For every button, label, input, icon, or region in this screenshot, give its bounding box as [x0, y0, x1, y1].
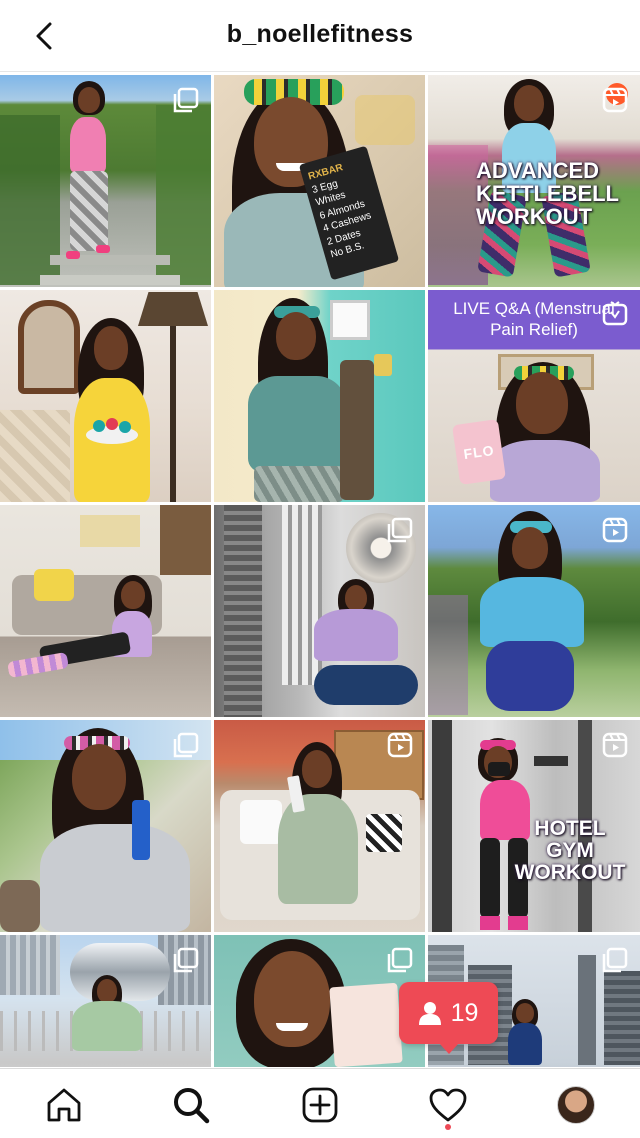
post-thumbnail[interactable] [214, 290, 425, 502]
post-thumbnail[interactable] [0, 505, 211, 717]
person-icon [418, 1002, 441, 1025]
carousel-icon [173, 947, 199, 973]
post-thumbnail[interactable] [0, 75, 211, 287]
post-thumbnail[interactable] [428, 505, 640, 717]
post-thumbnail[interactable] [0, 720, 211, 932]
carousel-icon [173, 87, 199, 113]
profile-username: b_noellefitness [226, 20, 414, 48]
igtv-icon [602, 301, 628, 326]
post-overlay-text: ADVANCED KETTLEBELL WORKOUT [476, 158, 619, 230]
reel-icon [602, 732, 628, 758]
plus-square-icon [302, 1087, 338, 1123]
post-thumbnail[interactable]: LIVE Q&A (Menstrual Pain Relief) FLO [428, 290, 640, 502]
top-bar: b_noellefitness [0, 0, 640, 72]
reel-icon [602, 517, 628, 543]
post-thumbnail[interactable]: ADVANCED KETTLEBELL WORKOUT [428, 75, 640, 287]
product-jar: FLO [452, 419, 506, 485]
search-icon [174, 1088, 210, 1124]
reel-icon [387, 732, 413, 758]
post-thumbnail[interactable] [0, 935, 211, 1067]
carousel-icon [602, 947, 628, 973]
reel-icon [602, 87, 628, 113]
post-overlay-text: HOTEL GYM WORKOUT [514, 817, 626, 885]
activity-indicator-dot [445, 1124, 451, 1130]
nav-search[interactable] [169, 1083, 213, 1127]
nav-home[interactable] [42, 1083, 86, 1127]
bottom-navigation [0, 1068, 640, 1138]
avatar [557, 1086, 595, 1124]
carousel-icon [387, 947, 413, 973]
home-icon [47, 1088, 81, 1122]
nav-profile[interactable] [554, 1083, 598, 1127]
notification-count: 19 [450, 998, 479, 1027]
post-thumbnail[interactable] [0, 290, 211, 502]
nav-activity[interactable] [426, 1083, 470, 1127]
post-thumbnail[interactable]: RXBAR 3 Egg Whites 6 Almonds 4 Cashews 2… [214, 75, 425, 287]
post-thumbnail[interactable] [214, 720, 425, 932]
post-thumbnail[interactable] [214, 935, 425, 1067]
carousel-icon [387, 517, 413, 543]
explore-grid: RXBAR 3 Egg Whites 6 Almonds 4 Cashews 2… [0, 75, 640, 1067]
post-thumbnail[interactable]: HOTEL GYM WORKOUT [428, 720, 640, 932]
nav-new-post[interactable] [298, 1083, 342, 1127]
heart-icon [429, 1088, 467, 1122]
carousel-icon [173, 732, 199, 758]
post-thumbnail[interactable] [214, 505, 425, 717]
follower-notification-badge[interactable]: 19 [399, 982, 498, 1054]
